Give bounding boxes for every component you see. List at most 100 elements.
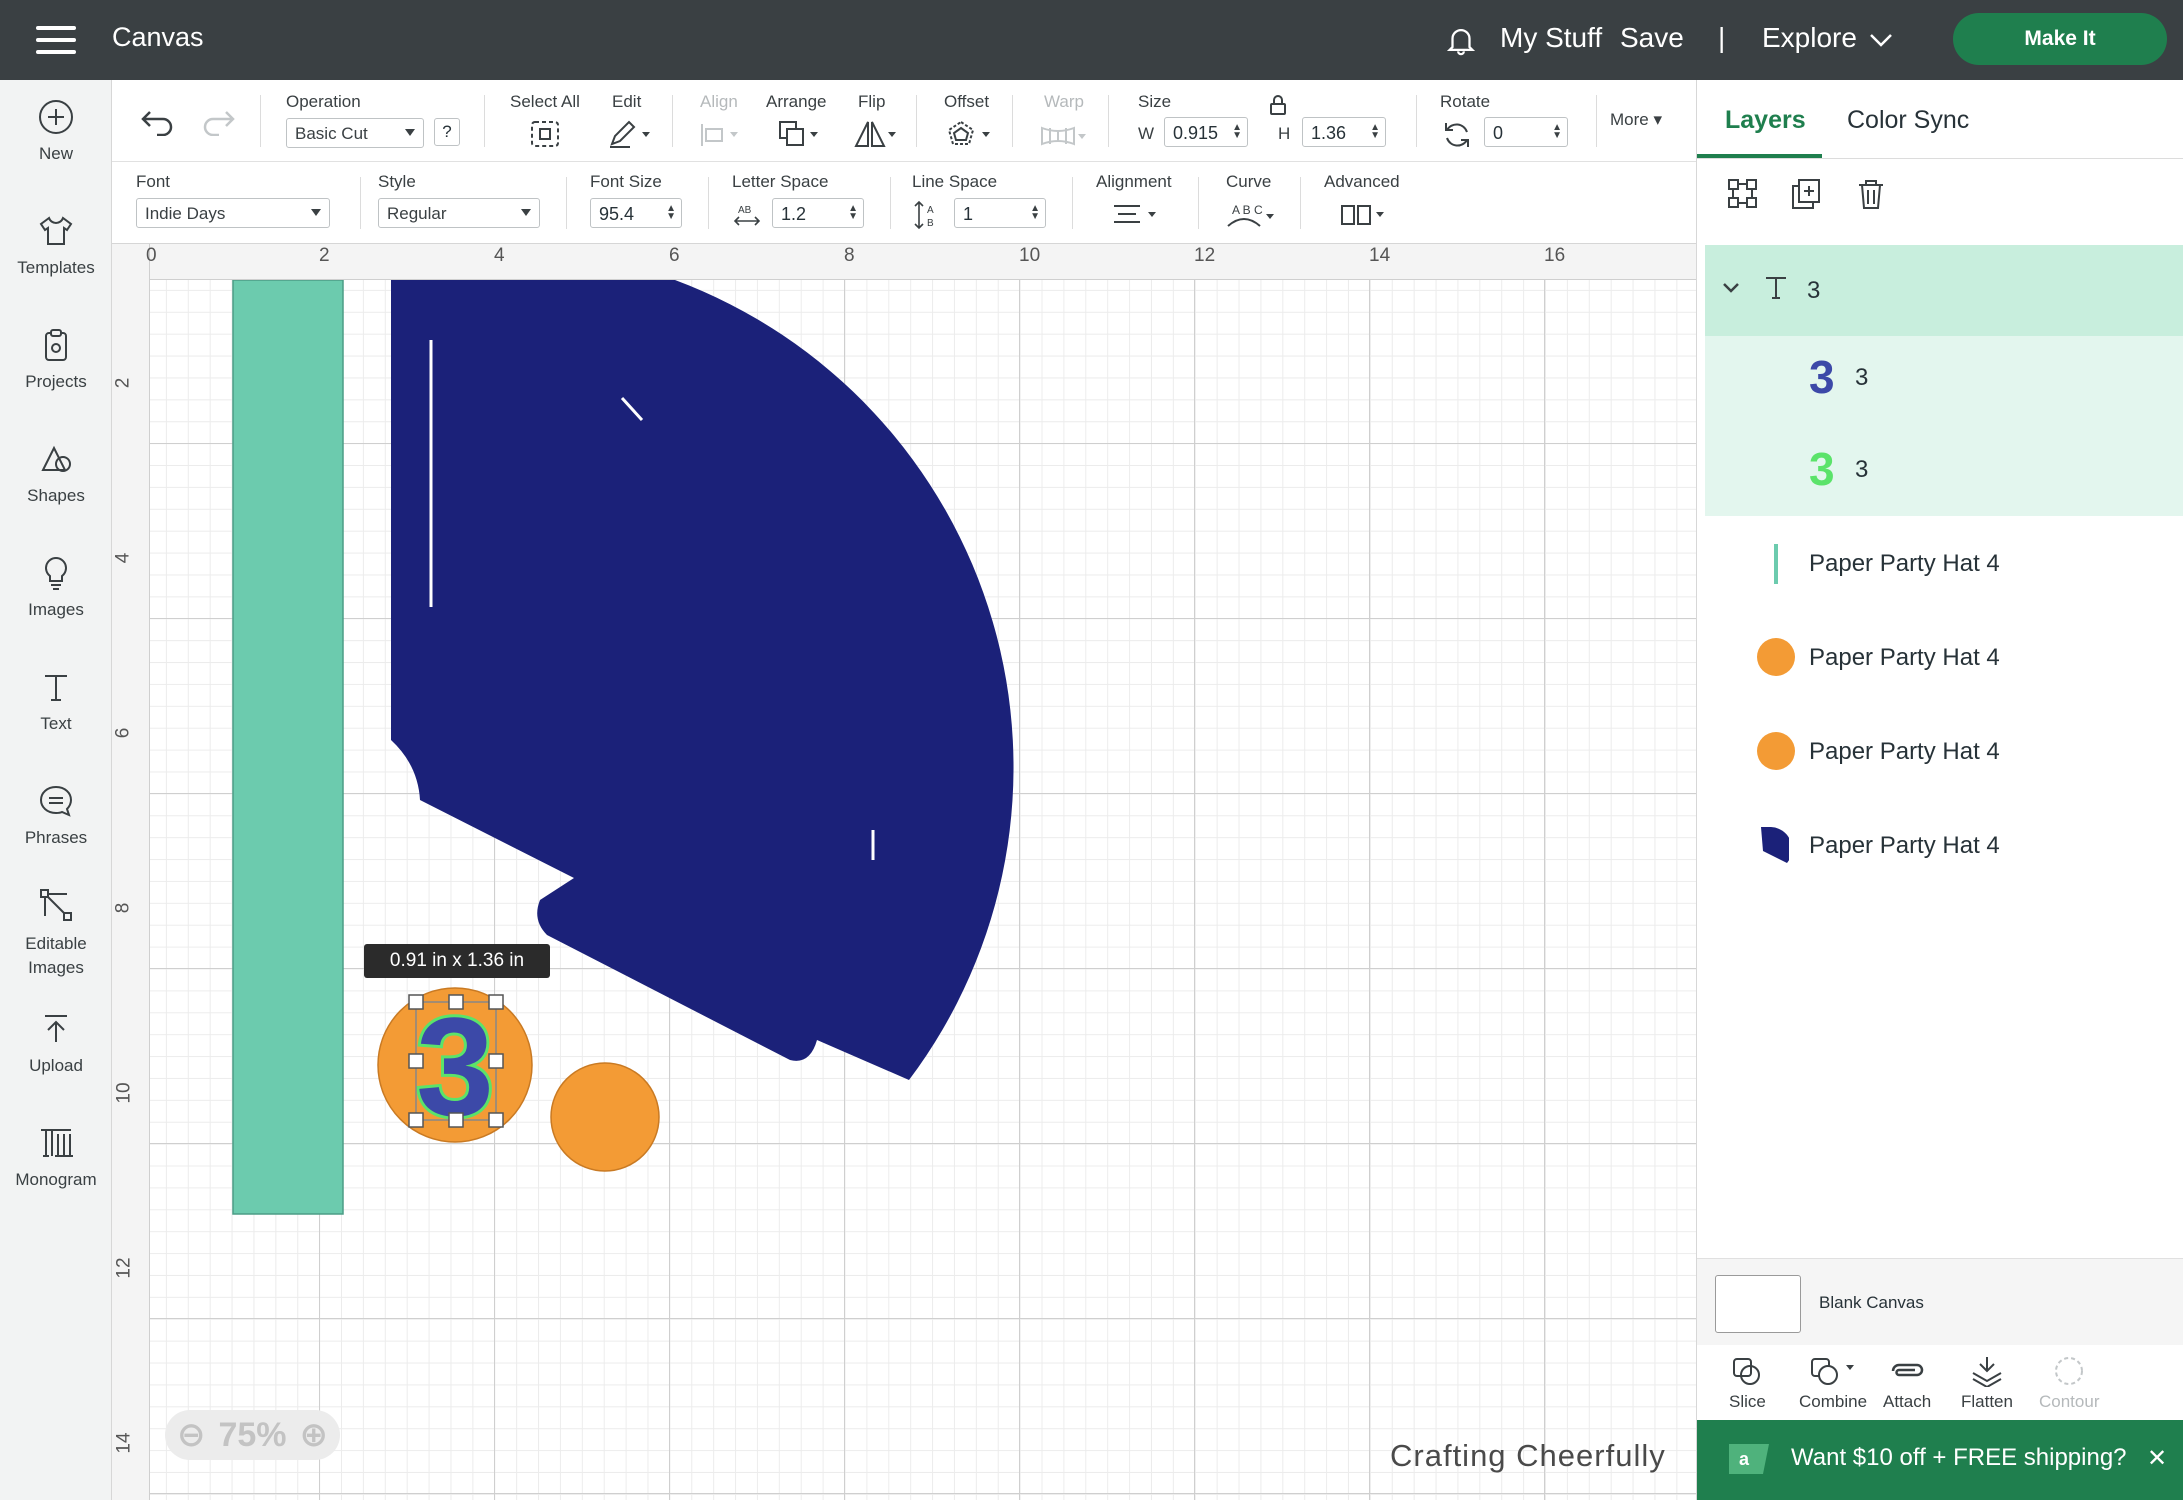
text-icon (1766, 277, 1786, 299)
duplicate-icon[interactable] (1789, 176, 1825, 212)
line-space-input[interactable]: 1 ▲ ▼ (954, 198, 1046, 228)
ruler-h-label: 8 (844, 245, 855, 266)
layers-panel: Layers Color Sync 3 3 3 3 3 Paper Party … (1696, 80, 2183, 1500)
speech-bubble-icon (39, 785, 73, 817)
arrange-label: Arrange (766, 92, 827, 111)
rotate-label: Rotate (1440, 92, 1491, 111)
layer-actions: Slice Combine Attach Flatten Contour (1697, 1345, 2183, 1425)
more-menu[interactable]: More ▾ (1610, 110, 1662, 130)
sidebar-item-projects[interactable]: Projects (0, 326, 112, 392)
sidebar-item-new[interactable]: New (0, 98, 112, 164)
editable-images-icon (40, 889, 72, 921)
line-space-icon: AB (914, 200, 934, 230)
font-size-input[interactable]: 95.4 ▲ ▼ (590, 198, 682, 228)
layer-item[interactable]: Paper Party Hat 4 (1809, 550, 2000, 578)
sidebar-item-shapes[interactable]: Shapes (0, 440, 112, 506)
ruler-v-label: 8 (112, 902, 134, 914)
orange-circle-shape[interactable] (550, 1062, 660, 1172)
attach-button[interactable]: Attach (1883, 1355, 1931, 1412)
tab-color-sync[interactable]: Color Sync (1847, 106, 1969, 135)
layer-child-name[interactable]: 3 (1855, 456, 1868, 484)
combine-icon (1811, 1358, 1855, 1385)
sidebar-item-templates[interactable]: Templates (0, 212, 112, 278)
close-icon[interactable]: ✕ (2147, 1444, 2167, 1473)
zoom-control: ⊖ 75% ⊕ (165, 1410, 340, 1460)
orange-circle-swatch (1757, 638, 1795, 676)
svg-text:A: A (927, 205, 934, 216)
layer-item[interactable]: Paper Party Hat 4 (1809, 832, 2000, 860)
select-all-label: Select All (510, 92, 580, 111)
rotate-icon[interactable] (1440, 118, 1474, 152)
explore-menu[interactable]: Explore (1762, 22, 1857, 54)
letter-space-input[interactable]: 1.2 ▲ ▼ (772, 198, 864, 228)
group-icon[interactable] (1725, 176, 1761, 212)
contour-button: Contour (2039, 1355, 2099, 1412)
offset-icon[interactable] (944, 118, 994, 152)
undo-icon[interactable] (140, 106, 176, 136)
lock-icon[interactable] (1268, 94, 1288, 116)
line-space-label: Line Space (912, 172, 998, 191)
sidebar-item-editable-images[interactable]: Editable Images (0, 886, 112, 980)
curve-icon[interactable]: A B C (1224, 198, 1280, 232)
flip-icon[interactable] (852, 118, 898, 150)
promo-text: Want $10 off + FREE shipping? (1791, 1444, 2127, 1471)
left-sidebar: New Templates Projects Shapes Images Tex… (0, 80, 112, 1500)
ruler-v-label: 14 (113, 1432, 135, 1454)
ruler-h-label: 4 (494, 245, 505, 266)
width-label: W (1138, 124, 1155, 143)
contour-icon (2055, 1357, 2084, 1385)
my-stuff-link[interactable]: My Stuff (1500, 22, 1602, 54)
lightbulb-icon (45, 556, 67, 590)
layer-group-name: 3 (1807, 277, 1821, 304)
warp-icon (1041, 126, 1086, 146)
sidebar-item-phrases[interactable]: Phrases (0, 782, 112, 848)
flatten-button[interactable]: Flatten (1961, 1355, 2013, 1412)
layer-item[interactable]: Paper Party Hat 4 (1809, 738, 2000, 766)
bell-icon[interactable] (1444, 22, 1478, 58)
style-select[interactable]: Regular (378, 198, 540, 228)
trash-icon[interactable] (1853, 176, 1889, 212)
hamburger-menu-icon[interactable] (36, 26, 76, 54)
text-icon (45, 675, 67, 701)
advanced-icon[interactable] (1338, 200, 1394, 230)
ruler-v-label: 4 (112, 552, 134, 564)
topbar-separator: | (1718, 22, 1726, 53)
zoom-out-button[interactable]: ⊖ (177, 1415, 206, 1455)
ruler-v-label: 12 (113, 1257, 135, 1279)
promo-banner[interactable]: a Want $10 off + FREE shipping? ✕ (1697, 1420, 2183, 1500)
layer-thumb-green-three: 3 (1809, 443, 1835, 495)
make-it-button[interactable]: Make It (1953, 13, 2167, 65)
sidebar-item-text[interactable]: Text (0, 668, 112, 734)
design-canvas[interactable]: 3 0.91 in x 1.36 in (150, 280, 1696, 1500)
layer-item[interactable]: Paper Party Hat 4 (1809, 644, 2000, 672)
layer-child-name[interactable]: 3 (1855, 364, 1868, 392)
size-tooltip: 0.91 in x 1.36 in (389, 950, 525, 971)
arrange-icon[interactable] (776, 118, 822, 150)
width-input[interactable]: 0.915 ▲ ▼ (1164, 117, 1248, 147)
layer-thumb-blue-three: 3 (1809, 351, 1835, 403)
operation-select[interactable]: Basic Cut (286, 118, 424, 148)
layer-group-row[interactable]: 3 (1705, 245, 2183, 336)
zoom-in-button[interactable]: ⊕ (300, 1415, 329, 1455)
teal-strip-shape[interactable] (232, 280, 344, 1215)
svg-text:A B C: A B C (1232, 203, 1263, 217)
save-button[interactable]: Save (1620, 22, 1684, 54)
font-select[interactable]: Indie Days (136, 198, 330, 228)
select-all-icon[interactable] (528, 118, 562, 150)
operation-help-button[interactable]: ? (434, 118, 460, 146)
ruler-h-label: 6 (669, 245, 680, 266)
blank-canvas-swatch[interactable] (1715, 1275, 1801, 1333)
pencil-icon[interactable] (606, 118, 652, 150)
rotate-input[interactable]: 0 ▲ ▼ (1484, 117, 1568, 147)
sidebar-item-upload[interactable]: Upload (0, 1010, 112, 1076)
sidebar-item-images[interactable]: Images (0, 554, 112, 620)
font-size-label: Font Size (590, 172, 662, 191)
height-input[interactable]: 1.36 ▲ ▼ (1302, 117, 1386, 147)
tab-layers[interactable]: Layers (1725, 106, 1806, 135)
align-center-icon[interactable] (1110, 200, 1162, 230)
sidebar-item-monogram[interactable]: Monogram (0, 1124, 112, 1190)
chevron-down-icon[interactable] (1721, 281, 1741, 295)
slice-button[interactable]: Slice (1729, 1355, 1766, 1412)
combine-button[interactable]: Combine (1799, 1355, 1867, 1412)
chevron-down-icon[interactable] (1868, 30, 1894, 50)
